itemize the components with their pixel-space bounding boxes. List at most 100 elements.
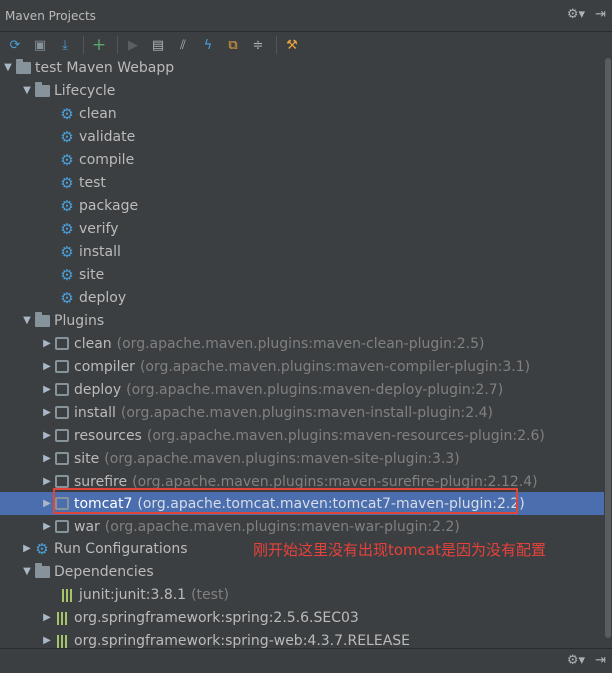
expand-right-icon[interactable]: ▶ <box>40 430 54 441</box>
plugin-item[interactable]: ▶ site (org.apache.maven.plugins:maven-sit… <box>0 447 604 470</box>
expand-right-icon[interactable]: ▶ <box>40 407 54 418</box>
plugin-coordinates: (org.apache.maven.plugins:maven-clean-pl… <box>116 335 485 352</box>
goal-label: verify <box>79 220 119 237</box>
gear-icon: ⚙ <box>60 196 74 215</box>
plugin-item[interactable]: ▶ install (org.apache.maven.plugins:maven-… <box>0 401 604 424</box>
add-icon[interactable]: + <box>88 35 110 55</box>
folder-icon <box>34 562 50 580</box>
refresh-icon[interactable]: ⟳ <box>4 35 26 55</box>
folder-icon <box>34 311 50 329</box>
toggle-offline-icon[interactable]: ⫽ <box>172 35 194 55</box>
expand-right-icon[interactable]: ▶ <box>40 635 54 646</box>
dependency-item[interactable]: ▶ org.springframework:spring-web:4.3.7.RE… <box>0 629 604 649</box>
expand-down-icon[interactable]: ▼ <box>20 315 34 326</box>
expand-right-icon[interactable]: ▶ <box>40 384 54 395</box>
plugin-icon <box>54 382 70 398</box>
collapse-all-icon[interactable]: ≑ <box>247 35 269 55</box>
dependency-name: org.springframework:spring:2.5.6.SEC03 <box>74 609 359 626</box>
run-configurations-label: Run Configurations <box>54 540 188 557</box>
expand-right-icon[interactable]: ▶ <box>40 476 54 487</box>
plugin-coordinates: (org.apache.maven.plugins:maven-resource… <box>146 427 545 444</box>
lifecycle-goal[interactable]: ⚙ validate <box>0 125 604 148</box>
plugin-name: compiler <box>74 358 135 375</box>
goal-label: deploy <box>79 289 127 306</box>
plugin-coordinates: (org.apache.maven.plugins:maven-war-plug… <box>104 518 460 535</box>
plugin-item[interactable]: ▶ war (org.apache.maven.plugins:maven-war-… <box>0 515 604 538</box>
expand-right-icon[interactable]: ▶ <box>40 453 54 464</box>
plugin-name: war <box>74 518 100 535</box>
lifecycle-goal[interactable]: ⚙ install <box>0 240 604 263</box>
expand-right-icon[interactable]: ▶ <box>40 498 54 509</box>
dependency-name: junit:junit:3.8.1 <box>79 586 187 603</box>
expand-right-icon[interactable]: ▶ <box>20 543 34 554</box>
plugin-name: clean <box>74 335 112 352</box>
hide-panel-icon[interactable]: ⇥ <box>595 653 606 668</box>
vertical-scrollbar[interactable] <box>604 56 612 648</box>
plugin-icon <box>54 336 70 352</box>
lifecycle-goal[interactable]: ⚙ verify <box>0 217 604 240</box>
dependency-item[interactable]: ▶ org.springframework:spring:2.5.6.SEC03 <box>0 606 604 629</box>
tree-node-lifecycle[interactable]: ▼ Lifecycle <box>0 79 604 102</box>
maven-settings-icon[interactable]: ⚒ <box>281 35 303 55</box>
annotation-highlight-box <box>53 488 518 514</box>
hide-panel-icon[interactable]: ⇥ <box>595 7 606 22</box>
plugin-item[interactable]: ▶ resources (org.apache.maven.plugins:mave… <box>0 424 604 447</box>
lifecycle-goal[interactable]: ⚙ deploy <box>0 286 604 309</box>
goal-label: install <box>79 243 121 260</box>
plugin-item[interactable]: ▶ deploy (org.apache.maven.plugins:maven-d… <box>0 378 604 401</box>
settings-gear-icon[interactable]: ⚙▾ <box>567 7 585 22</box>
library-icon <box>54 610 70 626</box>
tree-node-plugins[interactable]: ▼ Plugins <box>0 309 604 332</box>
project-label: test Maven Webapp <box>35 59 175 76</box>
plugin-icon <box>54 451 70 467</box>
expand-down-icon[interactable]: ▼ <box>20 566 34 577</box>
show-dependencies-icon[interactable]: ⧉ <box>222 35 244 55</box>
dependencies-label: Dependencies <box>54 563 154 580</box>
lifecycle-label: Lifecycle <box>54 82 116 99</box>
dependency-item[interactable]: junit:junit:3.8.1 (test) <box>0 583 604 606</box>
expand-down-icon[interactable]: ▼ <box>20 85 34 96</box>
plugin-icon <box>54 428 70 444</box>
plugin-name: site <box>74 450 100 467</box>
execute-goal-icon[interactable]: ▤ <box>147 35 169 55</box>
expand-right-icon[interactable]: ▶ <box>40 361 54 372</box>
expand-right-icon[interactable]: ▶ <box>40 338 54 349</box>
scrollbar-thumb[interactable] <box>605 58 611 638</box>
plugin-name: deploy <box>74 381 122 398</box>
generate-sources-icon[interactable]: ▣ <box>29 35 51 55</box>
project-icon <box>15 58 31 76</box>
expand-right-icon[interactable]: ▶ <box>40 612 54 623</box>
gear-icon: ⚙ <box>60 288 74 307</box>
lifecycle-goal[interactable]: ⚙ package <box>0 194 604 217</box>
plugin-icon <box>54 519 70 535</box>
expand-down-icon[interactable]: ▼ <box>1 62 15 73</box>
plugin-item[interactable]: ▶ clean (org.apache.maven.plugins:maven-cl… <box>0 332 604 355</box>
gear-icon: ⚙ <box>60 265 74 284</box>
skip-tests-icon[interactable]: ϟ <box>197 35 219 55</box>
plugins-label: Plugins <box>54 312 105 329</box>
run-icon[interactable]: ▶ <box>122 35 144 55</box>
toolbar-separator <box>83 36 84 54</box>
panel-bottom-bar: ⚙▾ ⇥ <box>0 648 612 673</box>
plugin-name: resources <box>74 427 142 444</box>
tree-node-dependencies[interactable]: ▼ Dependencies <box>0 560 604 583</box>
expand-right-icon[interactable]: ▶ <box>40 521 54 532</box>
title-bar-actions: ⚙▾ ⇥ <box>567 7 606 22</box>
plugin-coordinates: (org.apache.maven.plugins:maven-deploy-p… <box>126 381 504 398</box>
panel-title-bar: Maven Projects ⚙▾ ⇥ <box>0 0 612 32</box>
settings-gear-icon[interactable]: ⚙▾ <box>567 653 585 668</box>
plugin-coordinates: (org.apache.maven.plugins:maven-site-plu… <box>104 450 460 467</box>
panel-title: Maven Projects <box>5 9 96 23</box>
gear-icon: ⚙ <box>60 219 74 238</box>
tree-node-project[interactable]: ▼ test Maven Webapp <box>0 56 604 79</box>
gear-icon: ⚙ <box>60 242 74 261</box>
lifecycle-goal[interactable]: ⚙ site <box>0 263 604 286</box>
plugin-icon <box>54 359 70 375</box>
plugin-item[interactable]: ▶ compiler (org.apache.maven.plugins:maven… <box>0 355 604 378</box>
lifecycle-goal[interactable]: ⚙ compile <box>0 148 604 171</box>
lifecycle-goal[interactable]: ⚙ test <box>0 171 604 194</box>
gear-icon: ⚙ <box>60 104 74 123</box>
library-icon <box>59 587 75 603</box>
download-icon[interactable]: ⤓ <box>54 35 76 55</box>
lifecycle-goal[interactable]: ⚙ clean <box>0 102 604 125</box>
